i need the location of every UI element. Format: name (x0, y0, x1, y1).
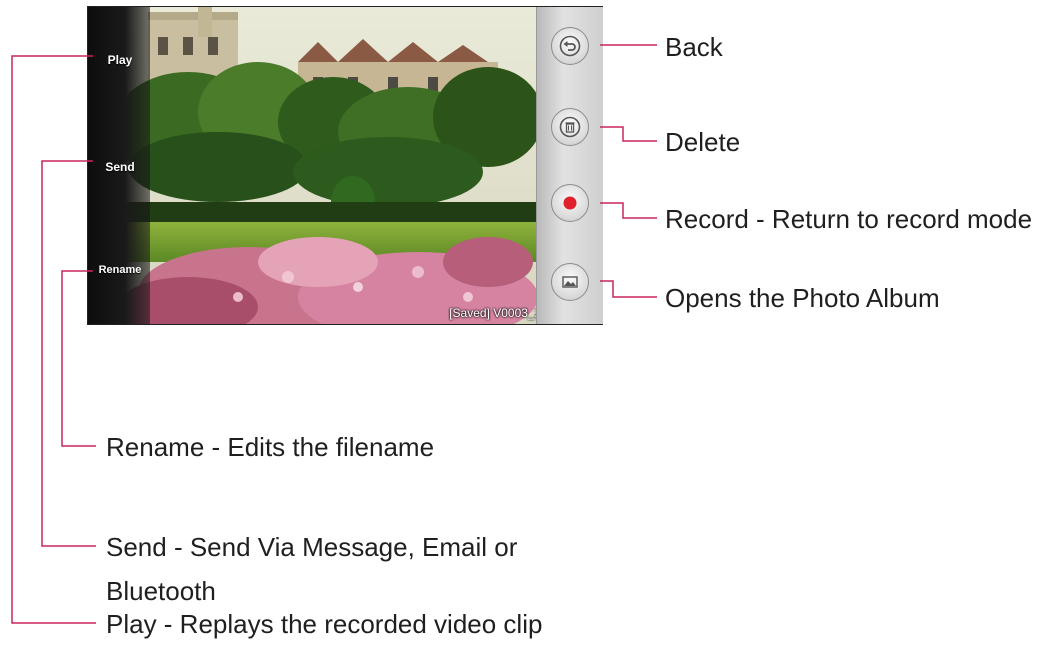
garden-castle-image (88, 7, 536, 324)
record-button[interactable] (551, 184, 589, 222)
send-callout-line2: Bluetooth (106, 576, 216, 606)
record-callout: Record - Return to record mode (665, 204, 1033, 234)
play-callout: Play - Replays the recorded video clip (106, 609, 543, 639)
record-leader (600, 202, 657, 219)
back-icon (559, 35, 581, 57)
album-callout: Opens the Photo Album (665, 283, 940, 313)
play-option[interactable]: Play (94, 53, 146, 67)
playback-menu: Play Send Rename (88, 7, 150, 324)
action-sidebar (536, 7, 603, 324)
rename-callout: Rename - Edits the filename (106, 432, 435, 462)
back-callout: Back (665, 32, 723, 62)
send-callout-line1: Send - Send Via Message, Email or (106, 532, 518, 562)
send-option[interactable]: Send (94, 160, 146, 174)
photo-album-button[interactable] (551, 263, 589, 301)
phone-screen: Play Send Rename [Saved] V0003_230909.3g… (87, 6, 603, 325)
rename-option[interactable]: Rename (94, 264, 146, 276)
delete-leader (600, 126, 657, 142)
trash-icon (559, 116, 581, 138)
album-leader (600, 280, 657, 298)
delete-button[interactable] (551, 108, 589, 146)
video-preview (88, 7, 536, 324)
record-icon (563, 196, 577, 210)
play-leader (11, 55, 96, 624)
back-button[interactable] (551, 27, 589, 65)
delete-callout: Delete (665, 127, 741, 157)
photo-album-icon (562, 276, 578, 288)
